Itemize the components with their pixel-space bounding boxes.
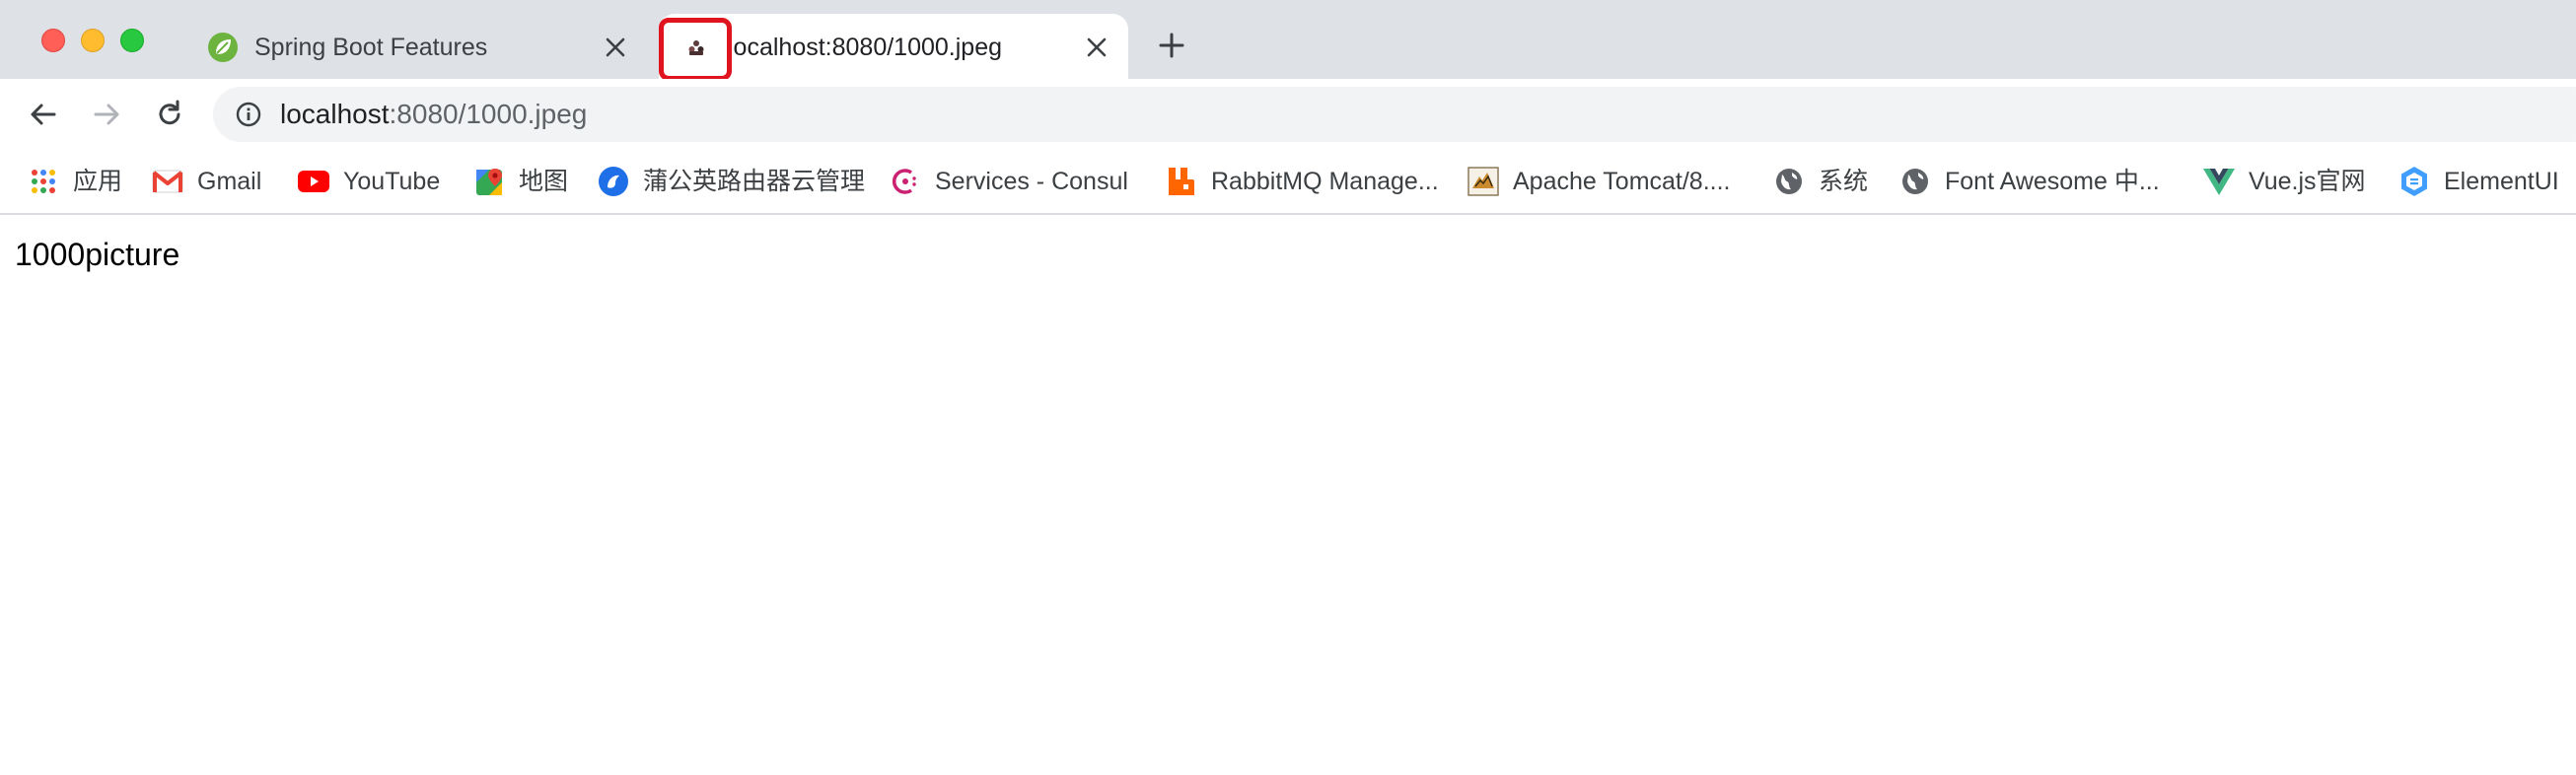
youtube-icon (298, 166, 329, 197)
bookmark-elementui[interactable]: ElementUI (2398, 162, 2559, 201)
bookmark-label: Vue.js官网 (2249, 168, 2366, 195)
url-text: localhost:8080/1000.jpeg (280, 98, 587, 131)
tab-spring-boot-features[interactable]: Spring Boot Features (193, 14, 647, 79)
gmail-icon (152, 166, 183, 197)
url-path: :8080/1000.jpeg (389, 99, 588, 129)
bookmark-label: 应用 (73, 168, 123, 195)
url-host: localhost (280, 99, 390, 129)
bookmark-vuejs[interactable]: Vue.js官网 (2203, 162, 2366, 201)
back-button[interactable] (24, 95, 63, 134)
page-body-text: 1000picture (15, 237, 180, 272)
vue-icon (2203, 166, 2235, 197)
tomcat-icon (1467, 166, 1499, 197)
bookmarks-bar: 应用 Gmail YouTube 地图 蒲公英路由器云管理 Services -… (0, 150, 2576, 215)
bookmark-label: 地图 (519, 168, 569, 195)
forward-button[interactable] (87, 95, 126, 134)
pgy-icon (598, 166, 629, 197)
reload-button[interactable] (150, 95, 189, 134)
bookmark-label: RabbitMQ Manage... (1211, 168, 1439, 195)
address-bar[interactable]: localhost:8080/1000.jpeg (213, 87, 2576, 142)
rabbitmq-icon (1166, 166, 1197, 197)
bookmark-label: YouTube (343, 168, 441, 195)
bookmark-gmail[interactable]: Gmail (152, 162, 261, 201)
plus-icon (1159, 33, 1184, 58)
close-window-button[interactable] (41, 29, 65, 52)
navigation-toolbar: localhost:8080/1000.jpeg (0, 79, 2576, 150)
bookmark-font-awesome[interactable]: Font Awesome 中... (1899, 162, 2160, 201)
bookmark-pgy[interactable]: 蒲公英路由器云管理 (598, 162, 865, 201)
page-content: 1000picture (0, 215, 2576, 775)
tab-strip: Spring Boot Features localhost:8080/1000… (0, 0, 2576, 81)
bookmark-maps[interactable]: 地图 (473, 162, 568, 201)
zoom-window-button[interactable] (120, 29, 144, 52)
bookmark-label: ElementUI (2444, 168, 2559, 195)
info-icon[interactable] (233, 99, 264, 130)
tab-title: Spring Boot Features (254, 34, 488, 61)
element-ui-icon (2398, 166, 2430, 197)
tab-title: localhost:8080/1000.jpeg (728, 34, 1003, 61)
consul-icon (890, 166, 921, 197)
bookmark-label: 系统 (1819, 168, 1869, 195)
bookmark-apps[interactable]: 应用 (28, 162, 122, 201)
bookmark-system[interactable]: 系统 (1773, 162, 1868, 201)
favicon-highlight-annotation (659, 18, 732, 81)
bookmark-label: Services - Consul (935, 168, 1128, 195)
globe-icon (1899, 166, 1931, 197)
close-icon[interactable] (1083, 34, 1110, 61)
bookmark-youtube[interactable]: YouTube (298, 162, 440, 201)
bookmark-tomcat[interactable]: Apache Tomcat/8.... (1467, 162, 1731, 201)
bookmark-rabbitmq[interactable]: RabbitMQ Manage... (1166, 162, 1439, 201)
globe-icon (1773, 166, 1805, 197)
bookmark-label: 蒲公英路由器云管理 (643, 168, 866, 195)
maps-icon (473, 166, 505, 197)
minimize-window-button[interactable] (81, 29, 105, 52)
reload-icon (159, 100, 180, 125)
apps-grid-icon (28, 166, 59, 197)
spring-leaf-icon (207, 32, 239, 63)
bookmark-label: Font Awesome 中... (1945, 168, 2160, 195)
bookmark-consul[interactable]: Services - Consul (890, 162, 1128, 201)
close-icon[interactable] (602, 34, 629, 61)
arrow-right-icon (94, 104, 119, 125)
bookmark-label: Apache Tomcat/8.... (1513, 168, 1731, 195)
new-tab-button[interactable] (1154, 28, 1189, 63)
bookmark-label: Gmail (197, 168, 262, 195)
arrow-left-icon (31, 104, 56, 125)
